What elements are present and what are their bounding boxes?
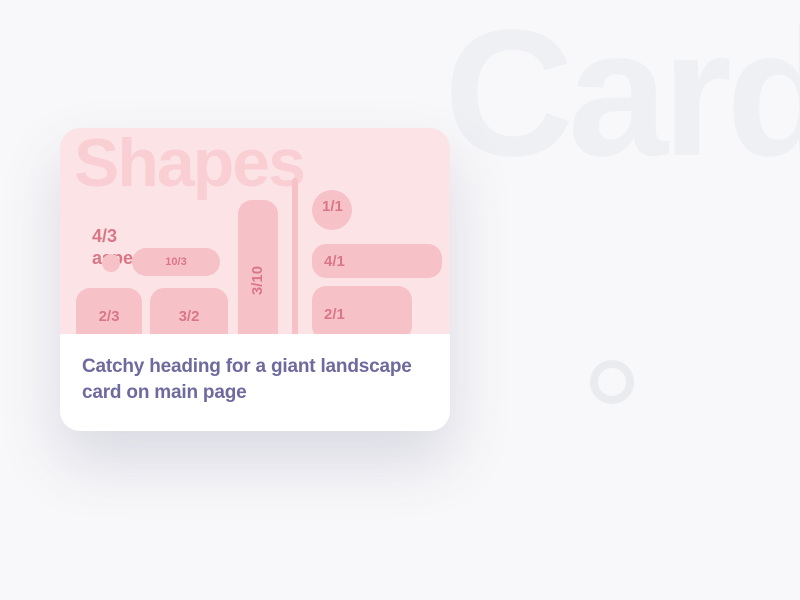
- shape-2-3: 2/3: [76, 288, 142, 334]
- shape-4-1: 4/1: [312, 244, 442, 278]
- shape-vertical-separator: [292, 178, 298, 334]
- shape-10-3: 10/3: [132, 248, 220, 276]
- shape-1-1-label: 1/1: [322, 198, 343, 215]
- shape-2-1: 2/1: [312, 286, 412, 334]
- shape-3-2: 3/2: [150, 288, 228, 334]
- shape-dot: [102, 254, 120, 272]
- landscape-card[interactable]: Shapes 4/3 aspect ratio 10/3 2/3 3/2 3/1…: [60, 128, 450, 431]
- card-body: Catchy heading for a giant landscape car…: [60, 334, 450, 431]
- circle-decoration: [590, 360, 634, 404]
- card-heading: Catchy heading for a giant landscape car…: [82, 354, 428, 405]
- background-decorative-text: Card: [444, 0, 800, 197]
- shape-3-10: 3/10: [238, 200, 278, 334]
- card-media: Shapes 4/3 aspect ratio 10/3 2/3 3/2 3/1…: [60, 128, 450, 334]
- media-title: Shapes: [74, 128, 304, 202]
